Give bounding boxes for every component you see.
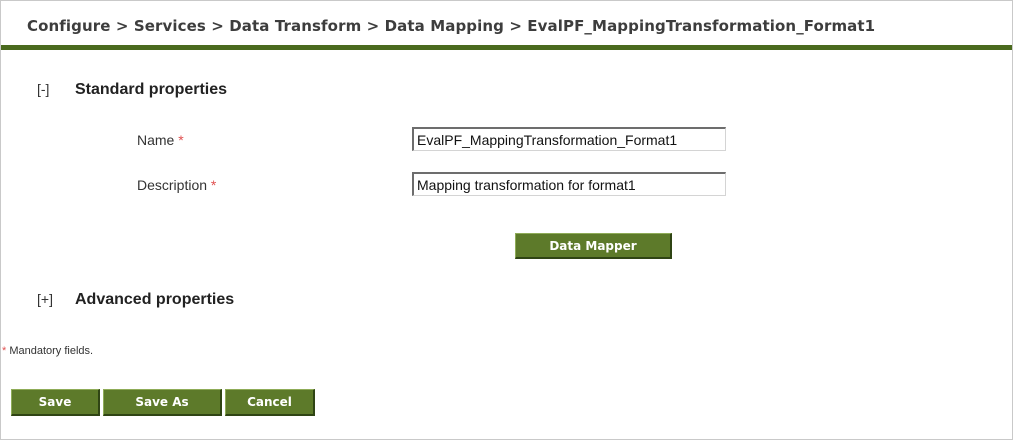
data-mapper-button[interactable]: Data Mapper	[515, 233, 672, 259]
standard-properties-header: [-] Standard properties	[37, 81, 227, 99]
name-input[interactable]	[412, 127, 726, 151]
mandatory-note: * Mandatory fields.	[2, 345, 93, 357]
save-button[interactable]: Save	[11, 389, 100, 416]
collapse-toggle[interactable]: [-]	[37, 81, 75, 97]
description-required-mark: *	[210, 177, 217, 193]
title-bar: Configure > Services > Data Transform > …	[1, 1, 1012, 50]
description-label: Description *	[137, 177, 216, 193]
name-label-text: Name	[137, 132, 175, 148]
advanced-properties-title: Advanced properties	[75, 291, 235, 308]
save-as-button[interactable]: Save As	[103, 389, 222, 416]
standard-properties-title: Standard properties	[75, 81, 228, 98]
description-label-text: Description	[137, 177, 208, 193]
name-label: Name *	[137, 132, 184, 148]
advanced-properties-header: [+] Advanced properties	[37, 291, 234, 309]
name-required-mark: *	[178, 132, 184, 148]
page-frame: Configure > Services > Data Transform > …	[0, 0, 1013, 440]
description-input[interactable]	[412, 172, 726, 196]
breadcrumb: Configure > Services > Data Transform > …	[27, 17, 876, 35]
cancel-button[interactable]: Cancel	[225, 389, 315, 416]
mandatory-text: Mandatory fields.	[6, 345, 94, 357]
expand-toggle[interactable]: [+]	[37, 291, 75, 307]
